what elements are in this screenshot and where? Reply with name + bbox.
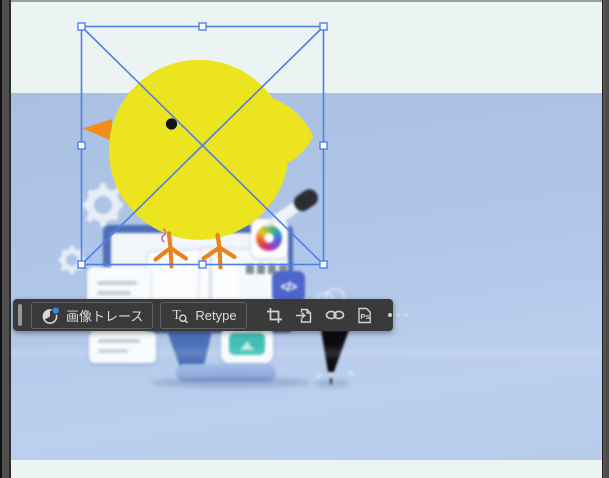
photoshop-icon: Ps [357,307,371,323]
more-options-button[interactable] [384,313,412,317]
image-trace-button[interactable]: 画像トレース [31,301,154,329]
selection-handle-n[interactable] [198,22,207,31]
image-trace-icon [42,305,60,324]
illustrator-document-window: </> 画像トレース T Retype Ps [0,0,609,478]
task-bar-icon-group: Ps [260,307,418,324]
retype-button[interactable]: T Retype [160,301,247,329]
ellipsis-icon [387,313,408,317]
selection-handle-w[interactable] [77,141,86,150]
selection-handle-se[interactable] [319,260,328,269]
left-panel-edge [0,0,11,478]
selection-handle-s[interactable] [198,260,207,269]
retype-label: Retype [195,307,237,323]
link-icon [325,310,344,320]
crop-image-button[interactable] [266,307,283,324]
canvas-top-edge [11,0,603,2]
selection-handle-ne[interactable] [319,22,328,31]
link-options-button[interactable] [325,307,345,323]
retype-icon: T [173,307,189,324]
selection-handle-nw[interactable] [77,22,86,31]
svg-text:Ps: Ps [360,312,369,321]
crop-icon [266,307,282,323]
contextual-task-bar: 画像トレース T Retype Ps [13,299,408,331]
selection-frame [80,25,325,266]
selection-handle-e[interactable] [319,141,328,150]
drag-handle[interactable] [18,304,22,326]
embed-icon [295,308,311,323]
selection-handle-sw[interactable] [77,260,86,269]
right-panel-edge [602,0,609,478]
edit-in-photoshop-button[interactable]: Ps [357,307,372,324]
selection-bounding-box[interactable] [0,0,609,478]
image-trace-label: 画像トレース [66,308,144,324]
embed-image-button[interactable] [295,307,313,324]
